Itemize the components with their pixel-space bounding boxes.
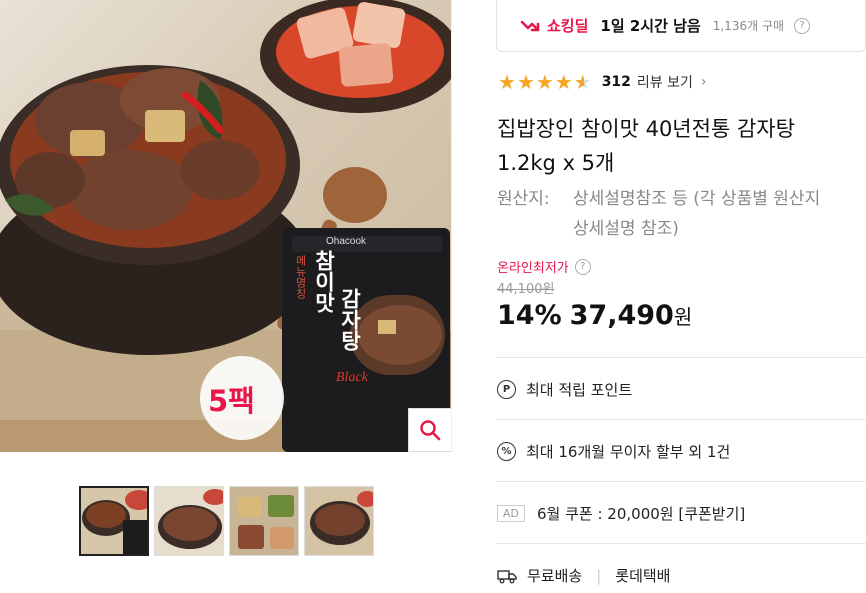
star-icon: ★	[535, 70, 554, 94]
product-title: 집밥장인 참이맛 40년전통 감자탕 1.2kg x 5개	[497, 112, 866, 180]
deal-name: 쇼킹딜	[547, 17, 589, 35]
thumbnail-image	[305, 487, 373, 555]
divider	[496, 357, 866, 358]
purchase-count: 1,136개 구매	[712, 19, 785, 33]
magnifier-icon	[420, 420, 441, 441]
help-icon[interactable]: ?	[794, 17, 811, 34]
star-rating: ★ ★ ★ ★ ★	[498, 72, 592, 92]
coupon-benefit[interactable]: AD 6월 쿠폰 : 20,000원 [쿠폰받기]	[497, 503, 745, 524]
package-subtitle: Black	[336, 370, 368, 385]
installment-text: 최대 16개월 무이자 할부 외 1건	[526, 443, 731, 461]
shocking-deal-bar: 쇼킹딜 1일 2시간 남음 1,136개 구매 ?	[496, 0, 866, 52]
thumbnail-image	[230, 487, 298, 555]
divider	[496, 481, 866, 482]
half-star-icon: ★	[573, 70, 592, 94]
product-title-line2: 1.2kg x 5개	[497, 151, 615, 175]
shipping-info: 무료배송 | 롯데택배	[497, 565, 670, 586]
pack-count-badge: 5팩	[208, 384, 255, 418]
deal-arrow-icon	[520, 20, 540, 31]
divider	[496, 543, 866, 544]
thumbnail-strip	[79, 486, 374, 556]
installment-benefit[interactable]: % 최대 16개월 무이자 할부 외 1건	[497, 441, 730, 462]
carrier-text: 롯데택배	[615, 567, 671, 585]
points-icon: P	[497, 380, 516, 399]
star-icon: ★	[498, 70, 516, 94]
price-row: 14% 37,490 원	[497, 300, 692, 331]
thumbnail-image	[155, 487, 223, 555]
points-benefit[interactable]: P 최대 적립 포인트	[497, 379, 632, 400]
separator: |	[596, 566, 602, 585]
origin-value-line1: 상세설명참조 등 (각 상품별 원산지	[573, 189, 821, 209]
thumbnail-3[interactable]	[229, 486, 299, 556]
rating-row: ★ ★ ★ ★ ★ 312 리뷰 보기 ›	[498, 70, 707, 94]
points-text: 최대 적립 포인트	[526, 381, 633, 399]
package-title-b: 감자탕	[338, 288, 362, 351]
package-title-a: 참이맛	[312, 250, 336, 313]
shipping-text: 무료배송	[527, 567, 583, 585]
zoom-button[interactable]	[408, 408, 451, 452]
lowest-price-label: 온라인최저가 ?	[497, 257, 591, 276]
ad-tag: AD	[497, 505, 525, 522]
package-side-label: 메뉴명칭	[294, 255, 307, 299]
sale-price: 37,490	[569, 300, 674, 331]
thumbnail-1[interactable]	[79, 486, 149, 556]
origin-value-line2: 상세설명 참조)	[573, 219, 679, 239]
divider	[496, 419, 866, 420]
currency-unit: 원	[673, 305, 693, 329]
help-icon[interactable]: ?	[574, 258, 591, 275]
star-icon: ★	[554, 70, 573, 94]
lowest-price-text: 온라인최저가	[497, 261, 569, 276]
discount-rate: 14%	[497, 300, 562, 331]
thumbnail-4[interactable]	[304, 486, 374, 556]
package-brand: Ohacook	[326, 236, 367, 247]
original-price: 44,100원	[497, 282, 555, 297]
product-title-line1: 집밥장인 참이맛 40년전통 감자탕	[497, 117, 795, 141]
origin-label: 원산지:	[497, 189, 550, 209]
review-link[interactable]: 리뷰 보기	[637, 72, 693, 92]
review-count: 312	[601, 74, 631, 90]
chevron-right-icon[interactable]: ›	[701, 74, 707, 90]
percent-icon: %	[497, 442, 516, 461]
star-icon: ★	[516, 70, 535, 94]
truck-icon	[497, 569, 517, 583]
coupon-text[interactable]: 6월 쿠폰 : 20,000원 [쿠폰받기]	[537, 503, 745, 524]
deal-time-left: 1일 2시간 남음	[600, 17, 701, 35]
product-main-image[interactable]: Ohacook 메뉴명칭 참이맛 감자탕 Black 5팩	[0, 0, 452, 452]
thumbnail-2[interactable]	[154, 486, 224, 556]
thumbnail-image	[81, 488, 147, 554]
